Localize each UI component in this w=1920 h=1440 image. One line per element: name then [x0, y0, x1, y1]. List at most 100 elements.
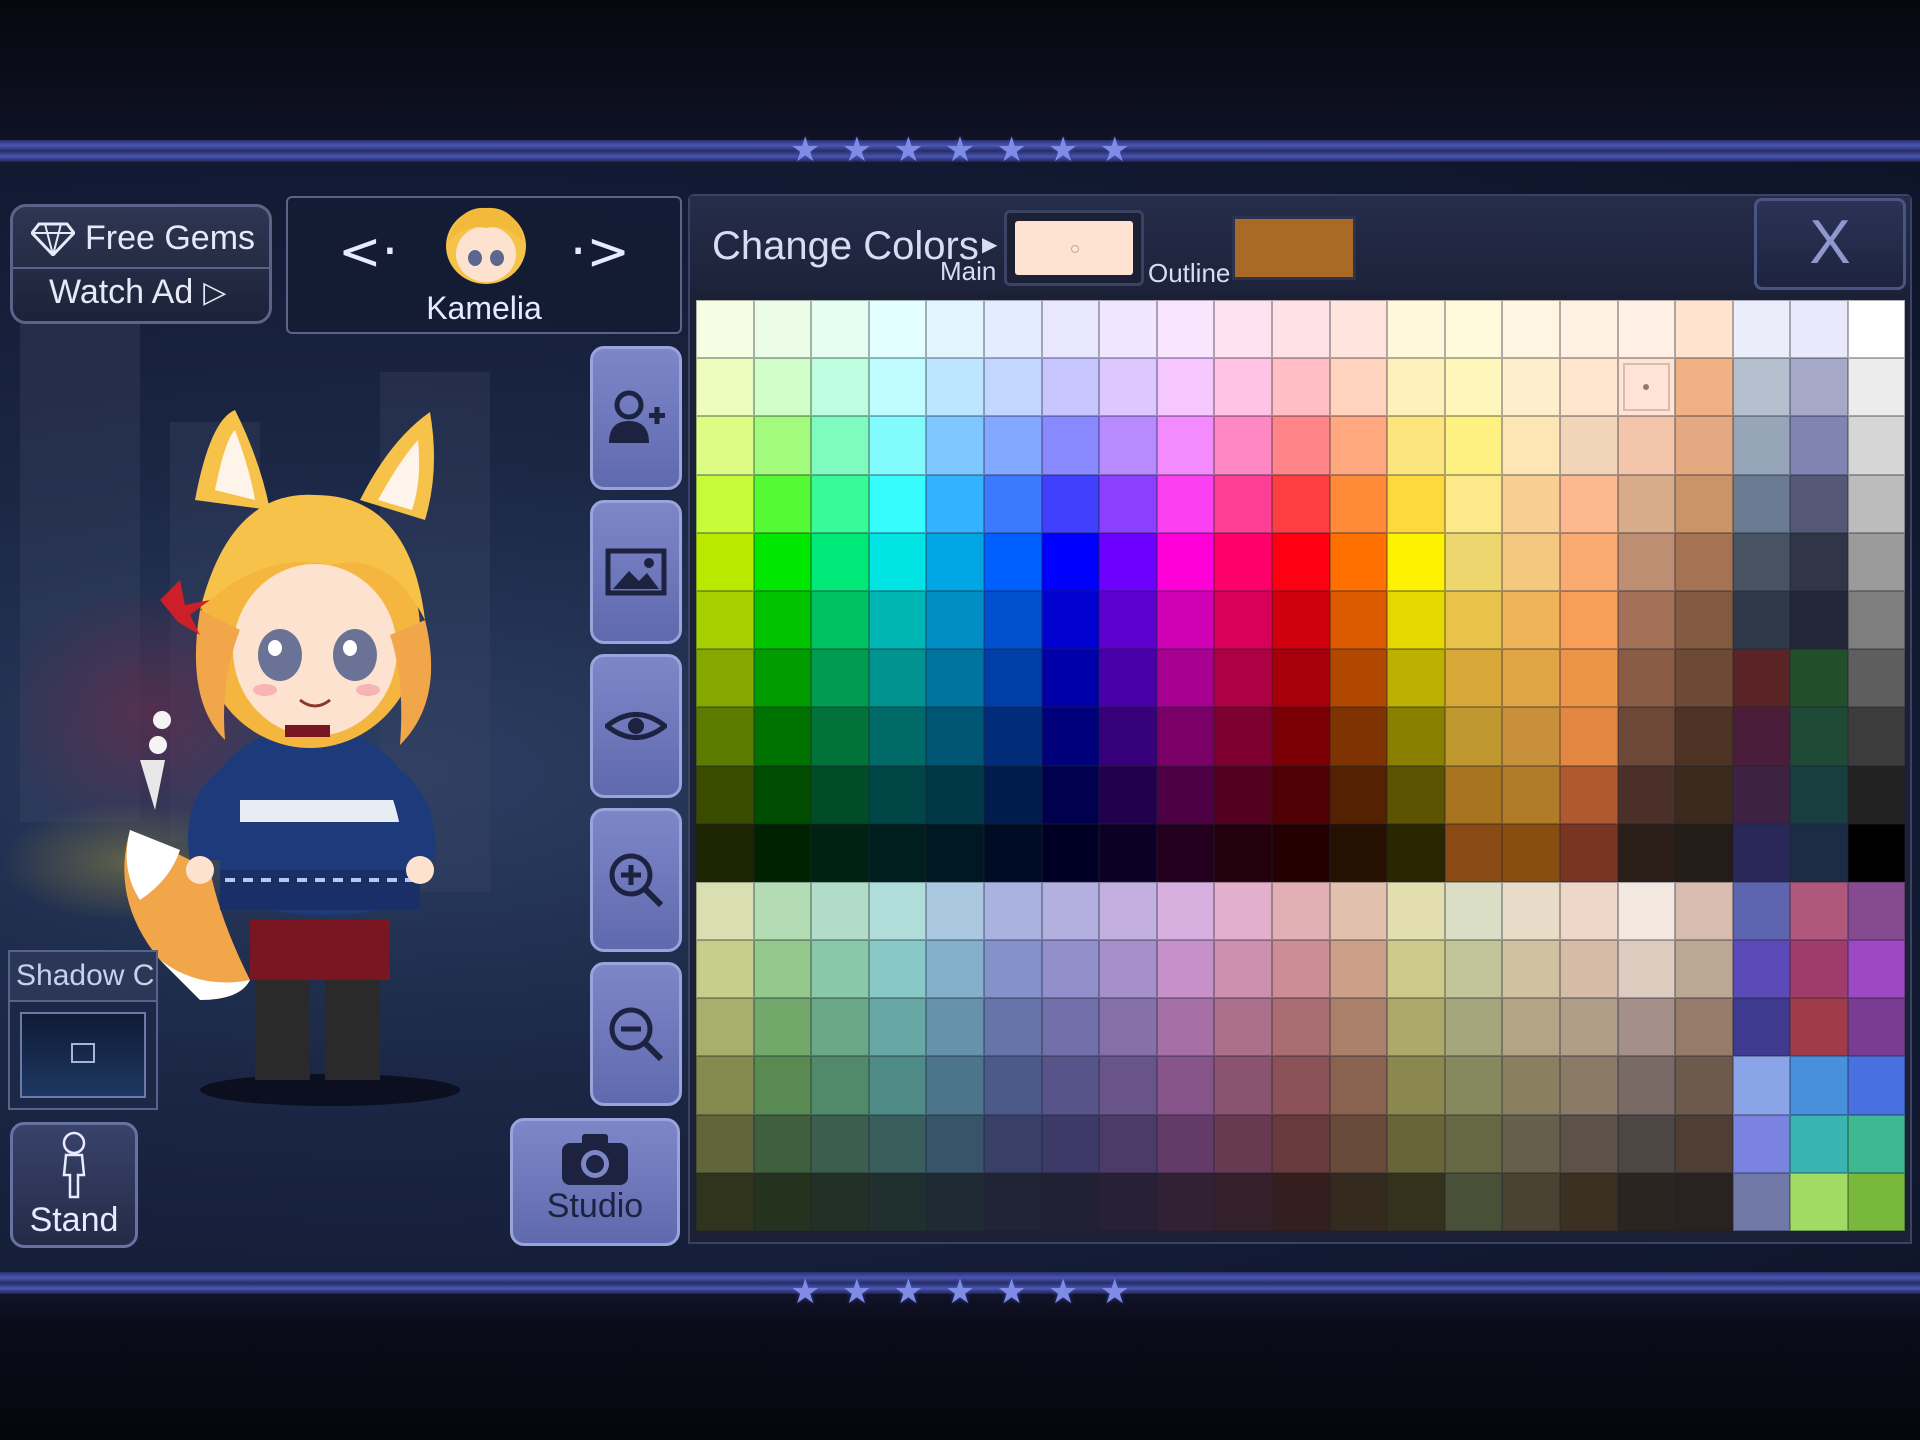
color-swatch[interactable] — [983, 416, 1042, 475]
color-swatch[interactable] — [1502, 765, 1560, 824]
color-swatch[interactable] — [1444, 998, 1503, 1057]
color-swatch[interactable] — [1329, 300, 1388, 359]
color-swatch[interactable] — [1329, 765, 1388, 824]
color-swatch[interactable] — [1041, 474, 1100, 533]
color-swatch[interactable] — [1847, 474, 1906, 533]
color-swatch[interactable] — [696, 1172, 754, 1231]
color-swatch[interactable] — [868, 823, 927, 882]
color-swatch[interactable] — [1847, 532, 1906, 591]
color-swatch[interactable] — [1847, 300, 1906, 359]
color-swatch[interactable] — [1617, 590, 1676, 650]
color-swatch[interactable] — [753, 300, 812, 359]
color-swatch[interactable] — [1732, 474, 1791, 533]
color-swatch[interactable] — [1041, 358, 1100, 417]
outline-color-swatch[interactable] — [1232, 216, 1356, 280]
color-swatch[interactable] — [1790, 1056, 1848, 1115]
color-swatch[interactable] — [1502, 1172, 1560, 1231]
color-swatch[interactable] — [1214, 1172, 1272, 1231]
color-swatch[interactable] — [1099, 881, 1157, 941]
color-swatch[interactable] — [868, 590, 927, 650]
color-swatch[interactable] — [1732, 1056, 1791, 1115]
color-swatch[interactable] — [1271, 474, 1330, 533]
color-swatch[interactable] — [696, 707, 754, 766]
color-swatch[interactable] — [1502, 881, 1560, 941]
color-swatch[interactable] — [1790, 358, 1848, 417]
color-swatch[interactable] — [1214, 707, 1272, 766]
color-swatch[interactable] — [753, 649, 812, 708]
color-swatch[interactable] — [753, 1056, 812, 1115]
color-swatch[interactable] — [811, 707, 869, 766]
color-swatch[interactable] — [1041, 300, 1100, 359]
color-swatch[interactable] — [753, 532, 812, 591]
color-swatch[interactable] — [1214, 765, 1272, 824]
color-swatch[interactable] — [1214, 940, 1272, 999]
color-swatch[interactable] — [983, 1114, 1042, 1173]
color-swatch[interactable] — [1271, 940, 1330, 999]
color-swatch[interactable] — [1559, 940, 1618, 999]
color-swatch[interactable] — [811, 300, 869, 359]
color-swatch[interactable] — [1732, 300, 1791, 359]
color-swatch[interactable] — [696, 590, 754, 650]
shadow-color-button[interactable] — [8, 1000, 158, 1110]
color-swatch[interactable] — [696, 881, 754, 941]
color-swatch[interactable] — [696, 649, 754, 708]
color-swatch[interactable] — [1790, 1172, 1848, 1231]
color-swatch[interactable] — [1329, 940, 1388, 999]
color-swatch[interactable] — [983, 765, 1042, 824]
color-swatch[interactable] — [868, 707, 927, 766]
color-swatch[interactable] — [1099, 1056, 1157, 1115]
background-button[interactable] — [590, 500, 682, 644]
color-swatch[interactable] — [1214, 358, 1272, 417]
color-swatch[interactable] — [926, 765, 984, 824]
color-swatch[interactable] — [1732, 532, 1791, 591]
color-swatch[interactable] — [1214, 416, 1272, 475]
color-swatch[interactable] — [1387, 881, 1445, 941]
color-swatch[interactable] — [1387, 998, 1445, 1057]
color-swatch[interactable] — [753, 416, 812, 475]
color-swatch[interactable] — [868, 474, 927, 533]
color-swatch[interactable] — [1617, 358, 1676, 417]
color-swatch[interactable] — [1790, 765, 1848, 824]
color-swatch[interactable] — [1329, 358, 1388, 417]
color-swatch[interactable] — [696, 1114, 754, 1173]
color-swatch[interactable] — [1502, 300, 1560, 359]
color-swatch[interactable] — [1329, 707, 1388, 766]
color-swatch[interactable] — [1617, 532, 1676, 591]
color-swatch[interactable] — [811, 1172, 869, 1231]
color-swatch[interactable] — [1329, 590, 1388, 650]
color-swatch[interactable] — [753, 1172, 812, 1231]
color-swatch[interactable] — [983, 649, 1042, 708]
color-swatch[interactable] — [1444, 416, 1503, 475]
color-swatch[interactable] — [1387, 1056, 1445, 1115]
color-swatch[interactable] — [1847, 823, 1906, 882]
color-swatch[interactable] — [1387, 823, 1445, 882]
color-swatch[interactable] — [1387, 416, 1445, 475]
color-swatch[interactable] — [1675, 998, 1733, 1057]
color-swatch[interactable] — [1444, 940, 1503, 999]
color-swatch[interactable] — [1502, 590, 1560, 650]
color-swatch[interactable] — [1790, 1114, 1848, 1173]
color-swatch[interactable] — [1732, 1172, 1791, 1231]
color-swatch[interactable] — [1214, 474, 1272, 533]
next-character-arrow-icon[interactable]: ·> — [570, 226, 630, 278]
color-swatch[interactable] — [1732, 416, 1791, 475]
color-swatch[interactable] — [1156, 1172, 1215, 1231]
color-swatch[interactable] — [1329, 416, 1388, 475]
color-swatch[interactable] — [1847, 649, 1906, 708]
color-swatch[interactable] — [1444, 1172, 1503, 1231]
color-swatch[interactable] — [1732, 881, 1791, 941]
color-swatch[interactable] — [926, 881, 984, 941]
color-swatch[interactable] — [1099, 1114, 1157, 1173]
color-swatch[interactable] — [1156, 881, 1215, 941]
color-swatch[interactable] — [1156, 649, 1215, 708]
color-swatch[interactable] — [811, 765, 869, 824]
color-swatch[interactable] — [868, 881, 927, 941]
color-swatch[interactable] — [1617, 1056, 1676, 1115]
color-swatch[interactable] — [1559, 881, 1618, 941]
color-swatch[interactable] — [811, 590, 869, 650]
color-swatch[interactable] — [1675, 1172, 1733, 1231]
color-swatch[interactable] — [1847, 1172, 1906, 1231]
color-swatch[interactable] — [1675, 590, 1733, 650]
color-swatch[interactable] — [1790, 823, 1848, 882]
color-swatch[interactable] — [753, 823, 812, 882]
